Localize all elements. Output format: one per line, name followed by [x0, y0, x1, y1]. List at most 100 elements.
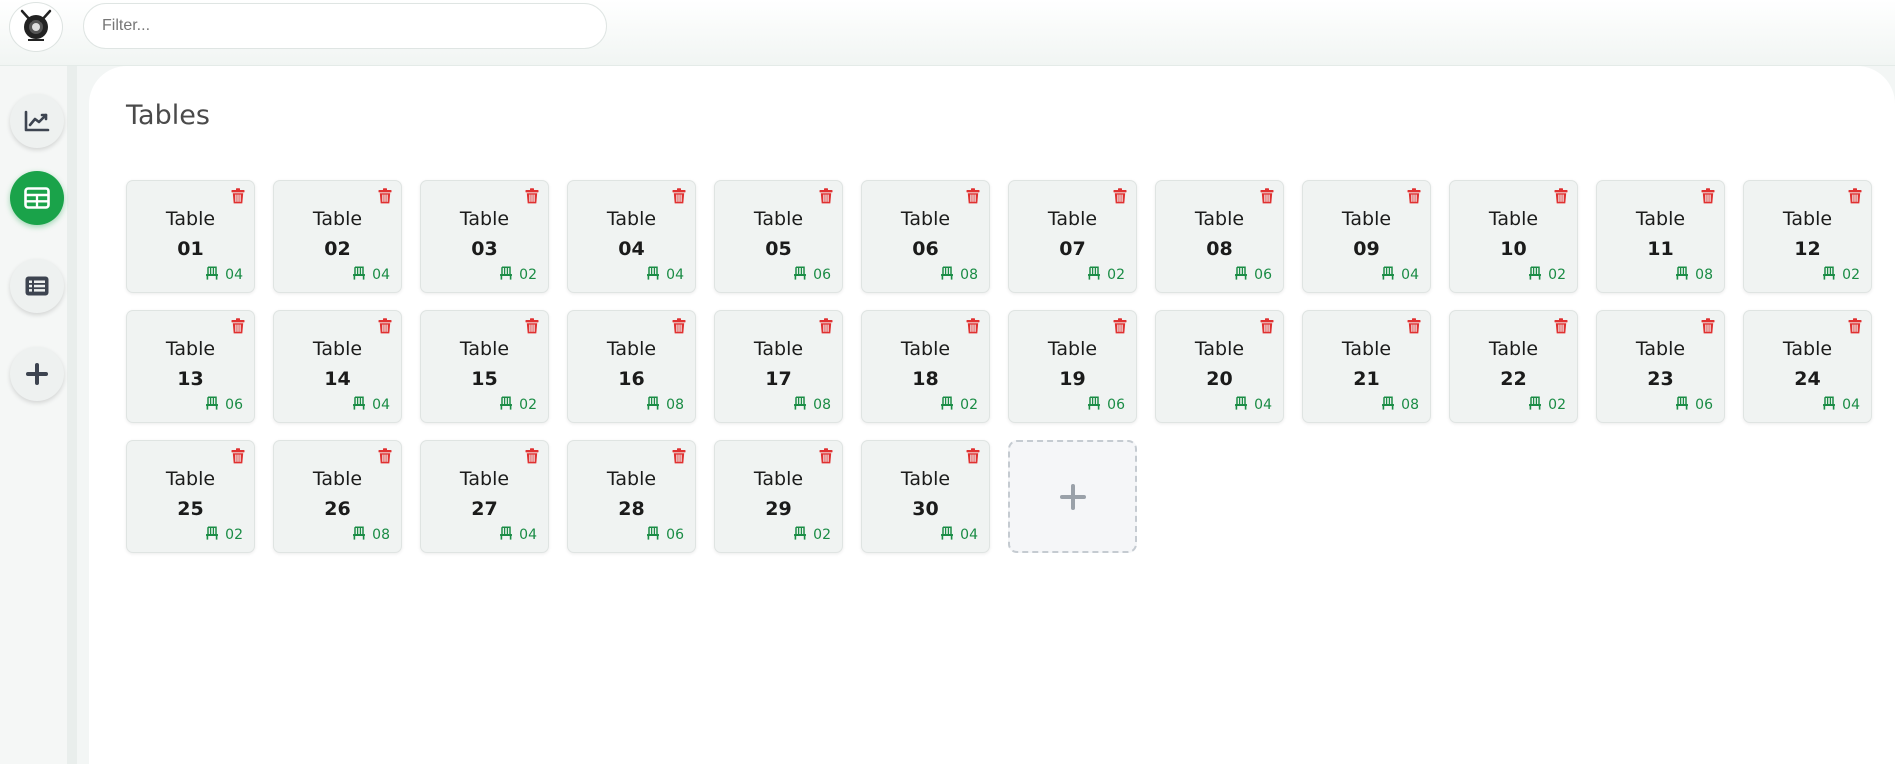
sidebar-item-list[interactable]: [10, 259, 64, 313]
seat-count: 06: [1234, 266, 1272, 284]
seat-count: 04: [205, 266, 243, 284]
trash-icon[interactable]: [672, 448, 686, 464]
trash-icon[interactable]: [966, 448, 980, 464]
trash-icon[interactable]: [231, 188, 245, 204]
sidebar-item-analytics[interactable]: [10, 94, 64, 148]
table-card[interactable]: Table 18 02: [861, 310, 990, 423]
trash-icon[interactable]: [378, 318, 392, 334]
sidebar-item-tables[interactable]: [10, 171, 64, 225]
trash-icon[interactable]: [672, 188, 686, 204]
trash-icon[interactable]: [966, 188, 980, 204]
table-number: 23: [1647, 368, 1674, 390]
trash-icon[interactable]: [1113, 318, 1127, 334]
table-card[interactable]: Table 16 08: [567, 310, 696, 423]
seat-count-value: 02: [1107, 267, 1125, 283]
chair-icon: [793, 526, 807, 544]
chair-icon: [352, 266, 366, 284]
chair-icon: [499, 396, 513, 414]
table-card[interactable]: Table 12 02: [1743, 180, 1872, 293]
table-card[interactable]: Table 25 02: [126, 440, 255, 553]
chair-icon: [1528, 396, 1542, 414]
chair-icon: [940, 526, 954, 544]
table-card[interactable]: Table 13 06: [126, 310, 255, 423]
trash-icon[interactable]: [525, 188, 539, 204]
seat-count: 02: [940, 396, 978, 414]
trash-icon[interactable]: [819, 318, 833, 334]
seat-count-value: 08: [372, 527, 390, 543]
table-label: Table: [753, 468, 804, 490]
table-number: 19: [1059, 368, 1086, 390]
seat-count: 08: [352, 526, 390, 544]
table-label: Table: [606, 208, 657, 230]
table-card[interactable]: Table 24 04: [1743, 310, 1872, 423]
trash-icon[interactable]: [672, 318, 686, 334]
table-card[interactable]: Table 05 06: [714, 180, 843, 293]
table-card[interactable]: Table 26 08: [273, 440, 402, 553]
table-card[interactable]: Table 06 08: [861, 180, 990, 293]
table-card[interactable]: Table 30 04: [861, 440, 990, 553]
trash-icon[interactable]: [1407, 318, 1421, 334]
trash-icon[interactable]: [231, 318, 245, 334]
seat-count-value: 06: [666, 527, 684, 543]
table-card[interactable]: Table 17 08: [714, 310, 843, 423]
trash-icon[interactable]: [1848, 318, 1862, 334]
add-table-button[interactable]: [1008, 440, 1137, 553]
table-card[interactable]: Table 14 04: [273, 310, 402, 423]
table-label: Table: [312, 208, 363, 230]
table-card[interactable]: Table 22 02: [1449, 310, 1578, 423]
trash-icon[interactable]: [1554, 318, 1568, 334]
trash-icon[interactable]: [231, 448, 245, 464]
table-card[interactable]: Table 28 06: [567, 440, 696, 553]
table-number: 25: [177, 498, 204, 520]
table-card[interactable]: Table 19 06: [1008, 310, 1137, 423]
table-label: Table: [312, 338, 363, 360]
table-card[interactable]: Table 11 08: [1596, 180, 1725, 293]
seat-count-value: 08: [813, 397, 831, 413]
table-card[interactable]: Table 01 04: [126, 180, 255, 293]
table-label: Table: [459, 338, 510, 360]
table-card[interactable]: Table 20 04: [1155, 310, 1284, 423]
seat-count: 02: [1528, 396, 1566, 414]
table-number: 17: [765, 368, 792, 390]
table-card[interactable]: Table 27 04: [420, 440, 549, 553]
table-card[interactable]: Table 15 02: [420, 310, 549, 423]
table-number: 04: [618, 238, 645, 260]
seat-count-value: 08: [960, 267, 978, 283]
table-card[interactable]: Table 04 04: [567, 180, 696, 293]
restaurant-logo[interactable]: [9, 2, 63, 52]
table-card[interactable]: Table 09 04: [1302, 180, 1431, 293]
table-card[interactable]: Table 23 06: [1596, 310, 1725, 423]
list-icon: [25, 276, 49, 296]
trash-icon[interactable]: [819, 448, 833, 464]
trash-icon[interactable]: [1554, 188, 1568, 204]
trash-icon[interactable]: [525, 318, 539, 334]
trash-icon[interactable]: [966, 318, 980, 334]
table-card[interactable]: Table 08 06: [1155, 180, 1284, 293]
trash-icon[interactable]: [1407, 188, 1421, 204]
table-label: Table: [606, 338, 657, 360]
filter-input[interactable]: [83, 3, 607, 49]
table-label: Table: [1782, 208, 1833, 230]
table-card[interactable]: Table 29 02: [714, 440, 843, 553]
trash-icon[interactable]: [1260, 188, 1274, 204]
table-card[interactable]: Table 03 02: [420, 180, 549, 293]
trash-icon[interactable]: [1113, 188, 1127, 204]
table-card[interactable]: Table 21 08: [1302, 310, 1431, 423]
trash-icon[interactable]: [525, 448, 539, 464]
sidebar-item-add[interactable]: [10, 347, 64, 401]
trash-icon[interactable]: [378, 188, 392, 204]
chair-icon: [940, 266, 954, 284]
trash-icon[interactable]: [1848, 188, 1862, 204]
seat-count: 02: [205, 526, 243, 544]
table-card[interactable]: Table 10 02: [1449, 180, 1578, 293]
table-number: 29: [765, 498, 792, 520]
trash-icon[interactable]: [378, 448, 392, 464]
table-card[interactable]: Table 02 04: [273, 180, 402, 293]
seat-count-value: 02: [1548, 397, 1566, 413]
trash-icon[interactable]: [1260, 318, 1274, 334]
table-card[interactable]: Table 07 02: [1008, 180, 1137, 293]
trash-icon[interactable]: [1701, 188, 1715, 204]
trash-icon[interactable]: [1701, 318, 1715, 334]
table-label: Table: [1194, 338, 1245, 360]
trash-icon[interactable]: [819, 188, 833, 204]
